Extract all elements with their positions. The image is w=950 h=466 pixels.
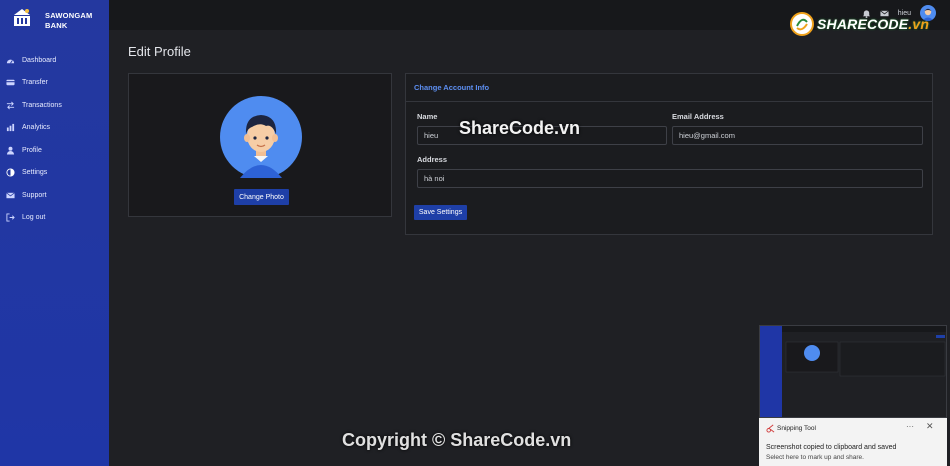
sidebar-item-transfer[interactable]: Transfer [0,72,109,95]
card-heading: Change Account Info [414,83,490,92]
sidebar: SAWONGAM BANK Dashboard Transfer Transac… [0,0,109,466]
sidebar-item-profile[interactable]: Profile [0,139,109,162]
screenshot-thumbnail[interactable] [759,325,947,418]
bank-logo-icon [14,9,30,26]
address-value: hà noi [424,174,445,183]
sidebar-item-label: Support [22,191,47,199]
snipping-tool-notification[interactable]: Snipping Tool ··· ✕ Screenshot copied to… [759,418,947,466]
notification-subtext: Select here to mark up and share. [766,454,864,461]
profile-avatar [220,96,302,178]
save-settings-button[interactable]: Save Settings [414,205,467,220]
thumbnail-preview [760,326,946,417]
notification-message: Screenshot copied to clipboard and saved [766,444,897,451]
watermark-logo-suffix: .vn [908,16,930,32]
watermark-logo-text: SHARECODE.vn [817,16,929,32]
sidebar-item-dashboard[interactable]: Dashboard [0,49,109,72]
chart-icon [6,123,15,132]
profile-photo-card: Change Photo [128,73,392,217]
name-label: Name [417,112,438,121]
sidebar-item-label: Profile [22,146,42,154]
name-value: hieu [424,131,439,140]
sidebar-nav: Dashboard Transfer Transactions Analytic… [0,49,109,229]
account-info-card: Change Account Info Name hieu Email Addr… [405,73,933,235]
watermark-overlay-text: ShareCode.vn [459,118,581,138]
logout-icon [6,213,15,222]
watermark-logo-name: SHARECODE [817,16,909,32]
brand-name-line1: SAWONGAM [45,11,93,20]
email-label: Email Address [672,112,724,121]
card-icon [6,78,15,87]
sidebar-item-label: Transactions [22,101,62,109]
mail-icon [6,191,15,200]
brand-name: SAWONGAM BANK [45,11,92,31]
user-icon [6,146,15,155]
notification-more-button[interactable]: ··· [906,422,914,431]
brand-name-line2: BANK [45,21,68,30]
contrast-icon [6,168,15,177]
sidebar-item-label: Settings [22,169,48,177]
sidebar-item-support[interactable]: Support [0,184,109,207]
email-field[interactable]: hieu@gmail.com [672,126,923,145]
watermark-logo: SHARECODE.vn [790,12,929,36]
sidebar-item-label: Log out [22,214,46,222]
sidebar-item-analytics[interactable]: Analytics [0,117,109,140]
brand[interactable]: SAWONGAM BANK [12,6,107,34]
notification-app-name: Snipping Tool [777,425,816,432]
scissors-icon [766,424,775,433]
page-title: Edit Profile [128,44,191,59]
email-value: hieu@gmail.com [679,131,735,140]
address-label: Address [417,155,448,164]
copyright-watermark: Copyright © ShareCode.vn [342,430,572,450]
notification-close-button[interactable]: ✕ [926,421,934,432]
sidebar-item-logout[interactable]: Log out [0,207,109,230]
sidebar-item-label: Analytics [22,124,51,132]
sidebar-item-settings[interactable]: Settings [0,162,109,185]
change-photo-button[interactable]: Change Photo [234,189,289,205]
sidebar-item-transactions[interactable]: Transactions [0,94,109,117]
sidebar-item-label: Dashboard [22,56,57,64]
card-header: Change Account Info [406,74,932,102]
gauge-icon [6,56,15,65]
sharecode-logo-icon [790,12,814,36]
sidebar-item-label: Transfer [22,79,48,87]
address-field[interactable]: hà noi [417,169,923,188]
arrows-icon [6,101,15,110]
